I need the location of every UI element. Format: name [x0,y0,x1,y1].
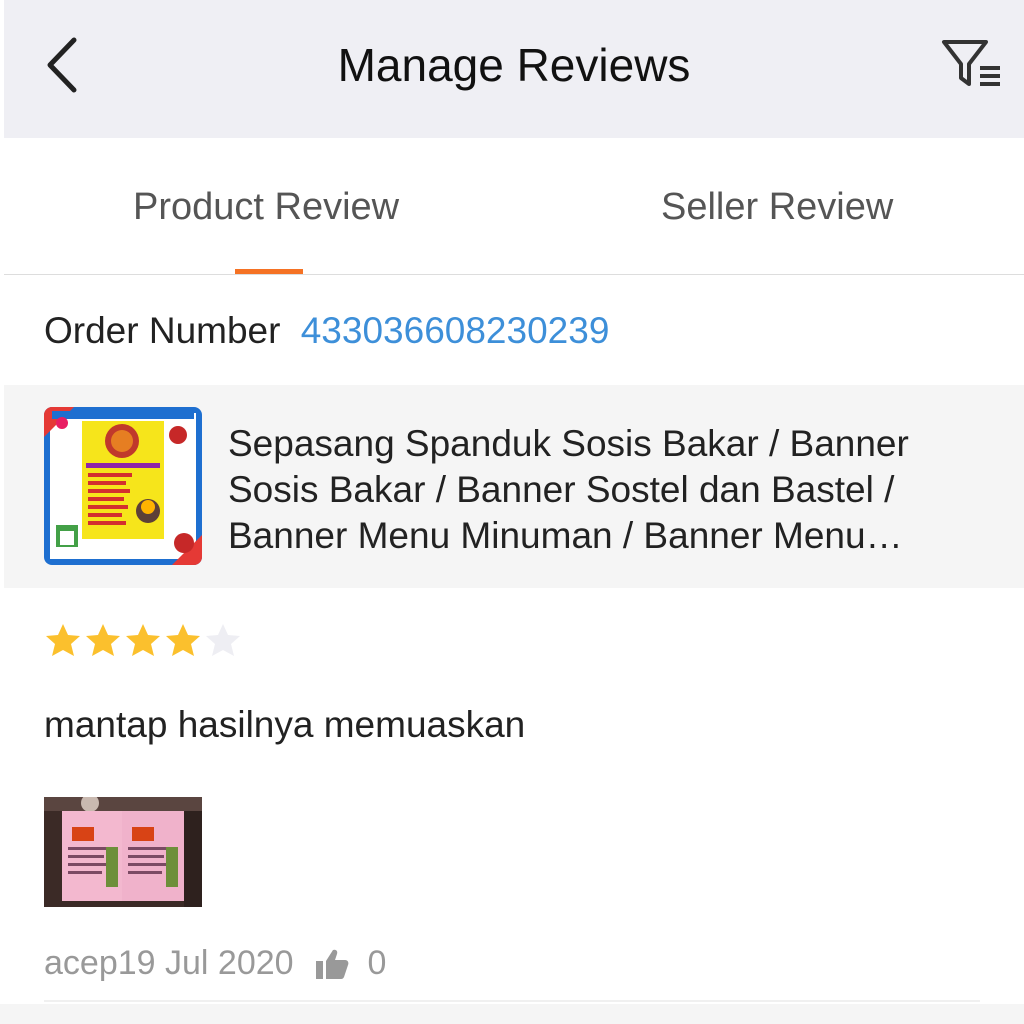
review-tabs: Product Review Seller Review [4,138,1024,275]
order-number-row: Order Number 433036608230239 [44,310,609,352]
star-filled-icon [126,624,160,656]
order-number-label: Order Number [44,310,281,351]
product-card[interactable]: Sepasang Spanduk Sosis Bakar / Banner So… [4,385,1024,588]
active-tab-indicator [235,269,303,274]
divider [44,1000,980,1002]
review-author: acep [44,944,118,982]
review-date: 19 Jul 2020 [117,944,294,982]
review-meta: acep 19 Jul 2020 0 [44,944,386,983]
filter-list-icon [942,40,1000,86]
product-thumbnail [44,407,202,565]
star-filled-icon [46,624,80,656]
header-bar: Manage Reviews [4,0,1024,138]
order-number-link[interactable]: 433036608230239 [301,310,610,351]
tab-product-review[interactable]: Product Review [133,186,399,229]
bottom-strip [0,1004,1024,1024]
tab-seller-review[interactable]: Seller Review [661,186,893,229]
product-banner-image [44,407,202,565]
star-empty-icon [206,624,240,656]
page-title: Manage Reviews [337,39,691,91]
review-photo-thumbnail[interactable] [44,794,202,907]
star-filled-icon [166,624,200,656]
thumbs-up-icon[interactable] [314,947,350,981]
product-name: Sepasang Spanduk Sosis Bakar / Banner So… [228,423,909,556]
review-text: mantap hasilnya memuaskan [44,704,526,745]
star-filled-icon [86,624,120,656]
review-photo [44,794,202,907]
like-count: 0 [367,944,387,982]
filter-button[interactable] [934,30,1006,100]
rating-stars [44,622,242,660]
